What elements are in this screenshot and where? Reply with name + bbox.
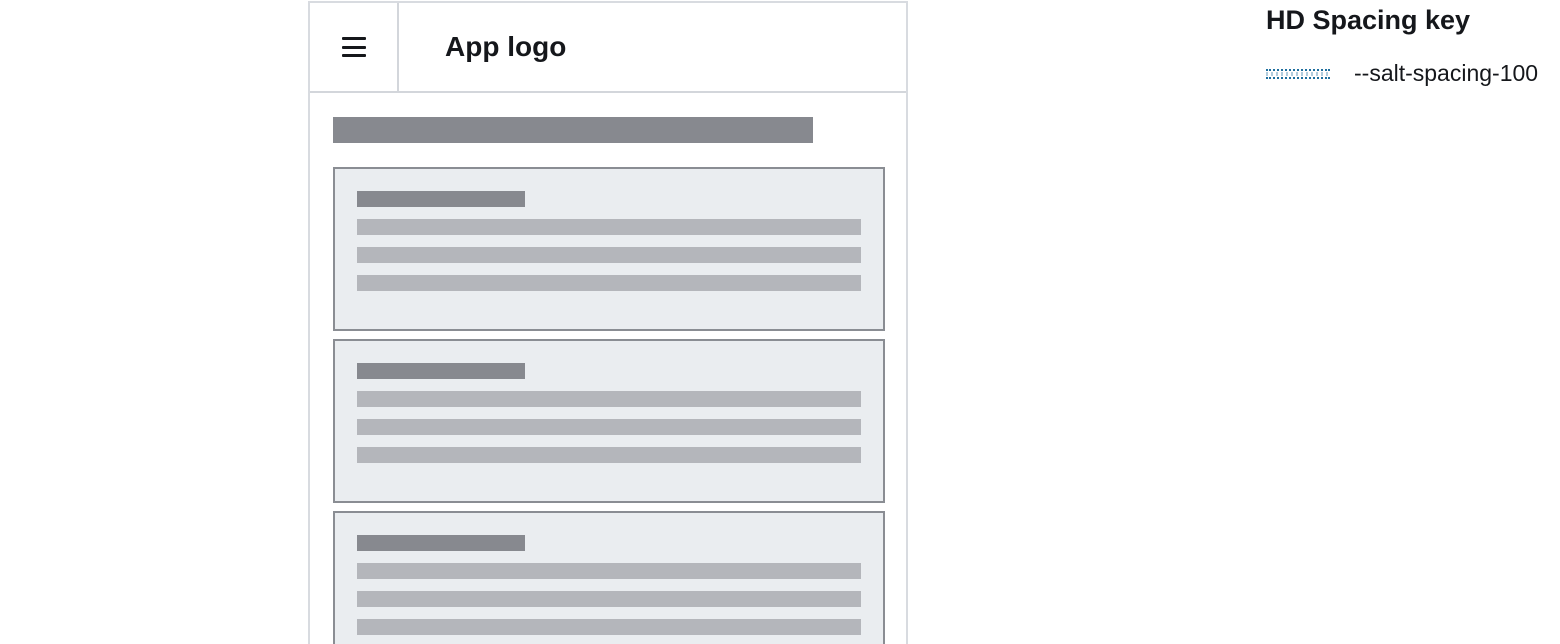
card-text-line-placeholder [357,447,861,463]
spacing-swatch [1266,68,1330,79]
card-text-line-placeholder [357,391,861,407]
card-text-line-placeholder [357,563,861,579]
menu-button[interactable] [310,3,399,91]
content-area [310,93,906,644]
card-title-placeholder [357,535,525,551]
card-text-line-placeholder [357,247,861,263]
card-text-line-placeholder [357,219,861,235]
app-logo: App logo [445,31,567,62]
spacing-key: HD Spacing key --salt-spacing-100 [1266,2,1556,87]
spacing-key-label: --salt-spacing-100 [1354,60,1539,86]
card-text-line-placeholder [357,419,861,435]
card-text-line-placeholder [357,619,861,635]
card-title-placeholder [357,191,525,207]
spacing-key-item: --salt-spacing-100 [1266,60,1556,87]
content-card [333,339,885,503]
content-card [333,511,885,644]
card-text-line-placeholder [357,591,861,607]
page-title-placeholder [333,117,813,143]
content-card [333,167,885,331]
app-header: App logo [310,3,906,93]
mobile-layout-preview: App logo [308,1,908,644]
spacing-key-title: HD Spacing key [1266,5,1471,35]
card-text-line-placeholder [357,275,861,291]
card-title-placeholder [357,363,525,379]
canvas: App logo HD Spacing key --salt-spacing-1… [0,0,1560,644]
hamburger-icon [341,37,366,57]
